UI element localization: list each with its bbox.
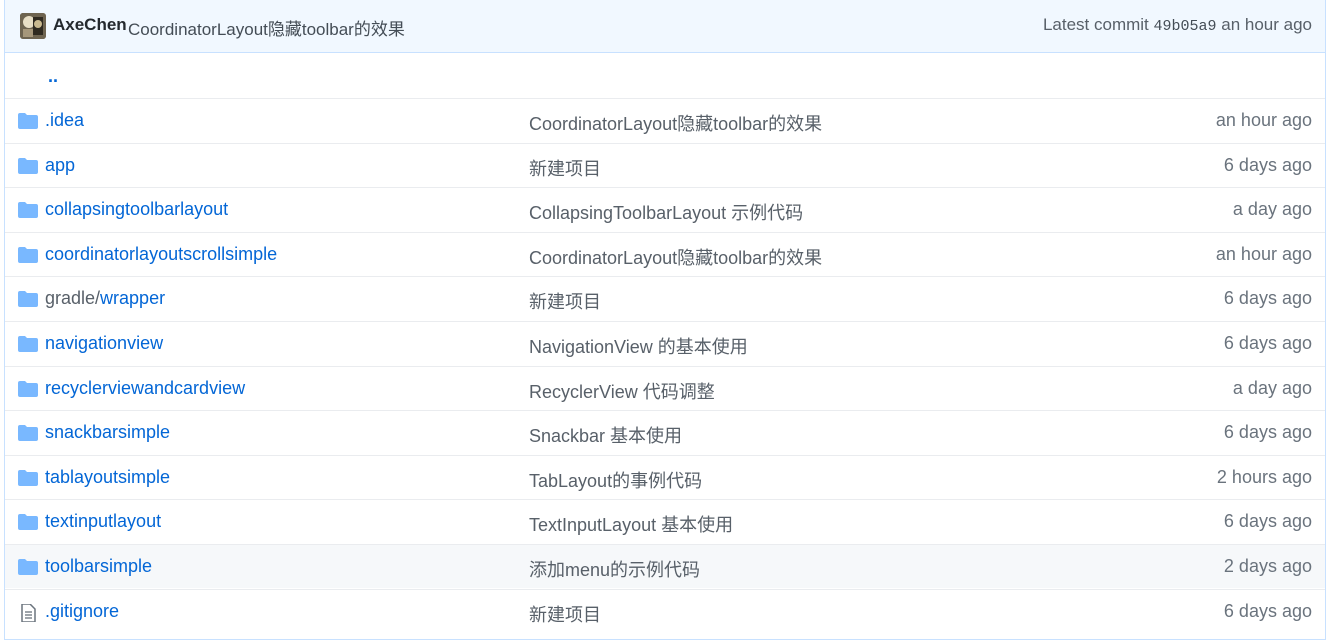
- commit-age: an hour ago: [1215, 243, 1312, 264]
- commit-message-link[interactable]: 新建项目: [529, 288, 601, 314]
- folder-icon: [18, 246, 38, 263]
- file-name-link[interactable]: gradle/wrapper: [45, 288, 165, 309]
- file-row[interactable]: textinputlayout TextInputLayout 基本使用 6 day…: [5, 499, 1325, 544]
- file-name-text[interactable]: recyclerviewandcardview: [45, 378, 245, 398]
- folder-icon: [18, 425, 38, 442]
- commit-message-link[interactable]: CoordinatorLayout隐藏toolbar的效果: [128, 15, 405, 40]
- file-name-prefix: gradle/: [45, 288, 101, 309]
- commit-message-link[interactable]: 添加menu的示例代码: [529, 556, 700, 582]
- file-name-text[interactable]: tablayoutsimple: [45, 467, 170, 487]
- latest-commit-label: Latest commit: [1042, 15, 1149, 34]
- file-row[interactable]: app 新建项目 6 days ago: [5, 142, 1325, 187]
- folder-icon: [18, 202, 38, 219]
- folder-icon: [18, 514, 38, 531]
- file-row[interactable]: .idea CoordinatorLayout隐藏toolbar的效果 an hou…: [5, 98, 1325, 142]
- file-name-link[interactable]: tablayoutsimple: [45, 467, 170, 488]
- author-avatar[interactable]: [20, 13, 46, 39]
- commit-message-link[interactable]: CollapsingToolbarLayout 示例代码: [529, 199, 803, 225]
- file-name-link[interactable]: .idea: [45, 110, 84, 131]
- file-name-text[interactable]: snackbarsimple: [45, 422, 170, 442]
- commit-message-link[interactable]: TabLayout的事例代码: [529, 467, 702, 493]
- file-name-text[interactable]: wrapper: [100, 288, 165, 308]
- file-name-text[interactable]: toolbarsimple: [45, 556, 152, 576]
- folder-icon: [18, 380, 38, 397]
- folder-icon: [18, 291, 38, 308]
- parent-directory-link[interactable]: ..: [48, 66, 58, 87]
- commit-age: 2 hours ago: [1216, 466, 1312, 487]
- folder-icon: [18, 157, 38, 174]
- file-name-link[interactable]: navigationview: [45, 333, 163, 354]
- file-name-link[interactable]: textinputlayout: [45, 511, 161, 532]
- commit-message-link[interactable]: 新建项目: [529, 155, 601, 181]
- file-name-link[interactable]: collapsingtoolbarlayout: [45, 199, 228, 220]
- folder-icon: [18, 559, 38, 575]
- commit-message-link[interactable]: CoordinatorLayout隐藏toolbar的效果: [529, 244, 822, 270]
- file-name-link[interactable]: recyclerviewandcardview: [45, 378, 245, 399]
- file-name-text[interactable]: .idea: [45, 110, 84, 130]
- file-row[interactable]: collapsingtoolbarlayout CollapsingToolbar…: [5, 187, 1325, 232]
- parent-directory-row[interactable]: ..: [5, 53, 1325, 97]
- file-row[interactable]: gradle/wrapper 新建项目 6 days ago: [5, 276, 1325, 321]
- file-row[interactable]: tablayoutsimple TabLayout的事例代码 2 hours ago: [5, 454, 1325, 499]
- folder-icon: [18, 469, 38, 486]
- file-name-link[interactable]: snackbarsimple: [45, 422, 170, 443]
- file-row[interactable]: snackbarsimple Snackbar 基本使用 6 days ago: [5, 410, 1325, 455]
- commit-message-link[interactable]: Snackbar 基本使用: [529, 422, 682, 448]
- file-row[interactable]: recyclerviewandcardview RecyclerView 代码调整…: [5, 365, 1325, 410]
- file-name-text[interactable]: app: [45, 155, 75, 175]
- file-row[interactable]: .gitignore 新建项目 6 days ago: [5, 588, 1325, 633]
- commit-author-link[interactable]: AxeChen: [53, 15, 127, 35]
- latest-commit-bar: AxeChen CoordinatorLayout隐藏toolbar的效果 La…: [4, 0, 1326, 53]
- file-name-link[interactable]: toolbarsimple: [45, 556, 152, 577]
- latest-commit-info: Latest commit 49b05a9 an hour ago: [1043, 15, 1312, 35]
- commit-age: 2 days ago: [1223, 556, 1312, 576]
- file-name-text[interactable]: textinputlayout: [45, 511, 161, 531]
- commit-message-link[interactable]: CoordinatorLayout隐藏toolbar的效果: [529, 110, 822, 136]
- file-name-link[interactable]: .gitignore: [45, 601, 119, 622]
- file-row[interactable]: toolbarsimple 添加menu的示例代码 2 days ago: [5, 544, 1325, 588]
- file-name-text[interactable]: collapsingtoolbarlayout: [45, 199, 228, 219]
- file-row[interactable]: navigationview NavigationView 的基本使用 6 days…: [5, 321, 1325, 365]
- commit-sha-link[interactable]: 49b05a9: [1154, 18, 1217, 35]
- commit-age: a day ago: [1232, 199, 1312, 220]
- commit-age: 6 days ago: [1223, 511, 1312, 532]
- commit-age: 6 days ago: [1223, 154, 1312, 175]
- folder-icon: [18, 113, 38, 129]
- file-name-text[interactable]: navigationview: [45, 333, 163, 353]
- commit-age: a day ago: [1232, 377, 1312, 398]
- commit-age: 6 days ago: [1223, 600, 1312, 621]
- file-name-text[interactable]: coordinatorlayoutscrollsimple: [45, 244, 277, 264]
- commit-message-link[interactable]: RecyclerView 代码调整: [529, 378, 715, 404]
- file-name-link[interactable]: app: [45, 155, 75, 176]
- file-icon: [18, 602, 38, 623]
- file-row[interactable]: coordinatorlayoutscrollsimple Coordinator…: [5, 231, 1325, 276]
- file-name-text[interactable]: .gitignore: [45, 601, 119, 621]
- commit-age: 6 days ago: [1223, 333, 1312, 353]
- commit-message-link[interactable]: TextInputLayout 基本使用: [529, 511, 733, 537]
- commit-time: an hour ago: [1221, 15, 1312, 34]
- commit-age: 6 days ago: [1223, 422, 1312, 443]
- commit-age: an hour ago: [1215, 110, 1312, 130]
- folder-icon: [18, 336, 38, 352]
- commit-message-link[interactable]: NavigationView 的基本使用: [529, 333, 748, 359]
- file-name-link[interactable]: coordinatorlayoutscrollsimple: [45, 244, 277, 265]
- commit-age: 6 days ago: [1223, 288, 1312, 309]
